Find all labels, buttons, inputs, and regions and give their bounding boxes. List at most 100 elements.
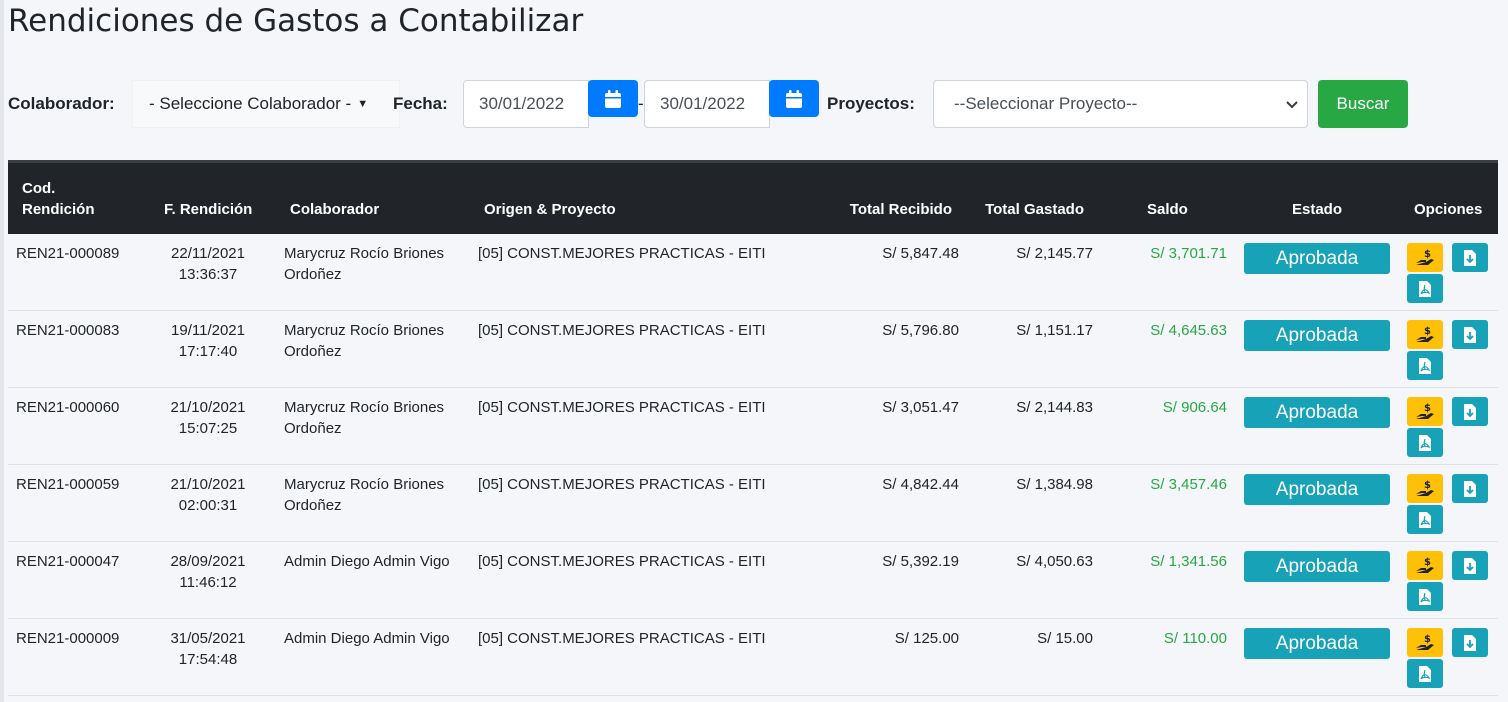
hand-money-icon: $ [1416, 326, 1434, 342]
colaborador-select-value: - Seleccione Colaborador - [149, 94, 352, 113]
chevron-down-icon [1286, 101, 1298, 109]
descargar-button[interactable] [1452, 397, 1488, 426]
proyecto-select-value: --Seleccionar Proyecto-- [954, 94, 1138, 113]
hand-money-icon: $ [1416, 403, 1434, 419]
cell-origen: [05] CONST.MEJORES PRACTICAS - EITI [478, 322, 766, 339]
cell-cod: REN21-000047 [16, 553, 120, 570]
th-estado: Estado [1291, 201, 1342, 218]
descargar-button[interactable] [1452, 628, 1488, 657]
colaborador-label: Colaborador: [8, 94, 115, 113]
pdf-button[interactable] [1407, 659, 1443, 688]
svg-text:$: $ [1424, 480, 1431, 491]
pdf-button[interactable] [1407, 428, 1443, 457]
cell-fecha: 28/09/2021 11:46:12 [158, 551, 258, 593]
table-header: Cod. Rendición F. Rendición Colaborador … [8, 160, 1498, 234]
cell-gastado: S/ 1,384.98 [1016, 476, 1093, 493]
cell-origen: [05] CONST.MEJORES PRACTICAS - EITI [478, 553, 766, 570]
caret-down-icon: ▼ [357, 98, 369, 110]
file-download-icon [1464, 326, 1476, 343]
th-fecha: F. Rendición [164, 201, 253, 218]
cell-colaborador: Marycruz Rocío Briones Ordoñez [284, 243, 474, 285]
th-gastado: Total Gastado [985, 201, 1084, 218]
page-title: Rendiciones de Gastos a Contabilizar [8, 3, 584, 39]
colaborador-select[interactable]: - Seleccione Colaborador - ▼ [132, 80, 400, 128]
file-download-icon [1464, 634, 1476, 651]
calendar-icon [786, 89, 802, 108]
cell-colaborador-line2: Ordoñez [284, 343, 342, 360]
cell-fecha-time: 11:46:12 [179, 574, 237, 591]
cell-recibido: S/ 5,847.48 [882, 245, 959, 262]
cell-saldo: S/ 3,457.46 [1150, 476, 1227, 493]
proyectos-label: Proyectos: [827, 94, 915, 113]
fecha-hasta-input[interactable]: 30/01/2022 [644, 80, 770, 128]
cell-fecha-date: 21/10/2021 [170, 476, 246, 493]
cell-fecha-time: 13:36:37 [178, 266, 238, 283]
fecha-hasta-calendar-button[interactable] [769, 80, 819, 117]
fecha-label: Fecha: [393, 94, 448, 113]
cell-colaborador: Admin Diego Admin Vigo [284, 628, 474, 649]
pagar-button[interactable]: $ [1407, 397, 1443, 426]
descargar-button[interactable] [1452, 551, 1488, 580]
fecha-desde-calendar-button[interactable] [588, 80, 638, 117]
table-row: REN21-000083 19/11/2021 17:17:40 Marycru… [8, 311, 1498, 388]
buscar-button-label: Buscar [1336, 94, 1390, 113]
estado-badge[interactable]: Aprobada [1244, 551, 1390, 582]
estado-badge[interactable]: Aprobada [1244, 474, 1390, 505]
cell-recibido: S/ 3,051.47 [882, 399, 959, 416]
th-origen: Origen & Proyecto [484, 201, 616, 218]
fecha-desde-input[interactable]: 30/01/2022 [463, 80, 589, 128]
cell-recibido: S/ 125.00 [894, 630, 959, 647]
cell-fecha: 21/10/2021 02:00:31 [158, 474, 258, 516]
file-download-icon [1464, 557, 1476, 574]
cell-gastado: S/ 4,050.63 [1016, 553, 1093, 570]
filter-bar: Colaborador: - Seleccione Colaborador - … [8, 80, 1498, 128]
cell-colaborador-line1: Admin Diego Admin Vigo [284, 630, 450, 647]
cell-fecha: 21/10/2021 15:07:25 [158, 397, 258, 439]
cell-colaborador-line1: Marycruz Rocío Briones [284, 476, 445, 493]
cell-saldo: S/ 4,645.63 [1150, 322, 1227, 339]
cell-colaborador-line1: Admin Diego Admin Vigo [284, 553, 450, 570]
pdf-button[interactable] [1407, 274, 1443, 303]
pdf-button[interactable] [1407, 582, 1443, 611]
th-recibido: Total Recibido [849, 201, 952, 218]
pagar-button[interactable]: $ [1407, 551, 1443, 580]
cell-fecha-date: 31/05/2021 [170, 630, 246, 647]
pdf-file-icon [1419, 511, 1431, 528]
cell-gastado: S/ 15.00 [1037, 630, 1093, 647]
cell-colaborador: Marycruz Rocío Briones Ordoñez [284, 320, 474, 362]
cell-origen: [05] CONST.MEJORES PRACTICAS - EITI [478, 630, 766, 647]
descargar-button[interactable] [1452, 320, 1488, 349]
cell-cod: REN21-000059 [16, 476, 120, 493]
cell-saldo: S/ 906.64 [1162, 399, 1227, 416]
pagar-button[interactable]: $ [1407, 628, 1443, 657]
descargar-button[interactable] [1452, 243, 1488, 272]
descargar-button[interactable] [1452, 474, 1488, 503]
th-opciones: Opciones [1414, 201, 1483, 218]
table-row: REN21-000009 31/05/2021 17:54:48 Admin D… [8, 619, 1498, 696]
proyecto-select[interactable]: --Seleccionar Proyecto-- [933, 80, 1308, 128]
cell-fecha-date: 21/10/2021 [170, 399, 246, 416]
pdf-button[interactable] [1407, 505, 1443, 534]
cell-saldo: S/ 3,701.71 [1150, 245, 1227, 262]
cell-recibido: S/ 4,842.44 [882, 476, 959, 493]
svg-text:$: $ [1424, 557, 1431, 568]
estado-badge[interactable]: Aprobada [1244, 320, 1390, 351]
cell-cod: REN21-000009 [16, 630, 120, 647]
fecha-separator: - [638, 94, 644, 113]
pdf-file-icon [1419, 357, 1431, 374]
pdf-button[interactable] [1407, 351, 1443, 380]
pagar-button[interactable]: $ [1407, 474, 1443, 503]
pagar-button[interactable]: $ [1407, 320, 1443, 349]
hand-money-icon: $ [1416, 480, 1434, 496]
buscar-button[interactable]: Buscar [1318, 80, 1408, 128]
estado-badge[interactable]: Aprobada [1244, 628, 1390, 659]
th-cod: Cod. Rendición [22, 178, 95, 220]
rendiciones-table: Cod. Rendición F. Rendición Colaborador … [8, 160, 1498, 696]
th-cod-line1: Cod. [22, 180, 56, 197]
cell-fecha-time: 15:07:25 [178, 420, 238, 437]
estado-badge[interactable]: Aprobada [1244, 243, 1390, 274]
hand-money-icon: $ [1416, 634, 1434, 650]
cell-fecha: 22/11/2021 13:36:37 [158, 243, 258, 285]
estado-badge[interactable]: Aprobada [1244, 397, 1390, 428]
pagar-button[interactable]: $ [1407, 243, 1443, 272]
